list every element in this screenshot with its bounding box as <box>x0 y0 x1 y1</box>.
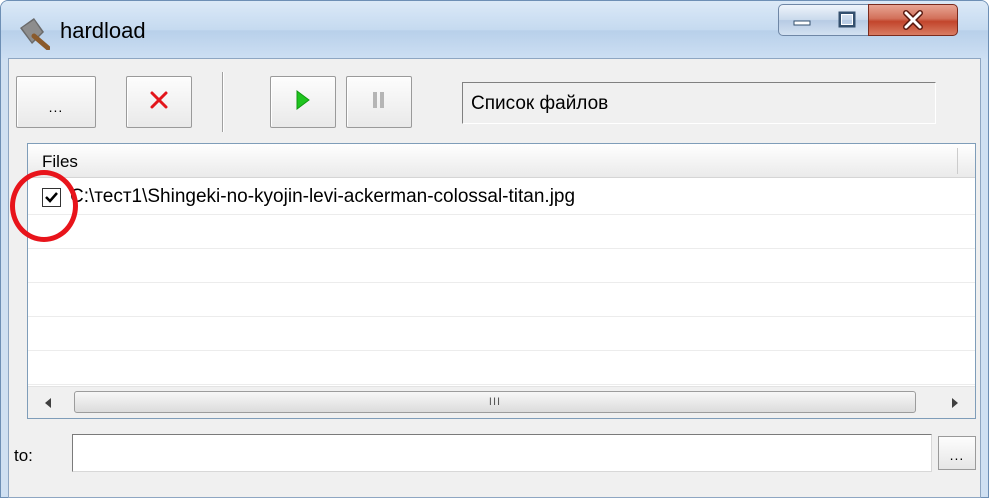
close-icon <box>869 5 957 35</box>
maximize-button[interactable] <box>825 4 869 36</box>
row-gridline <box>28 350 975 351</box>
scrollbar-grip: III <box>488 396 502 408</box>
destination-input[interactable] <box>72 434 932 472</box>
start-button[interactable] <box>270 76 336 128</box>
column-header-files[interactable]: Files <box>28 144 975 178</box>
scroll-right-button[interactable] <box>935 387 975 418</box>
row-gridline <box>28 282 975 283</box>
remove-button[interactable] <box>126 76 192 128</box>
browse-destination-button[interactable]: ... <box>938 436 976 470</box>
browse-files-button[interactable]: ... <box>16 76 96 128</box>
maximize-icon <box>825 5 868 35</box>
horizontal-scrollbar[interactable]: III <box>28 386 975 418</box>
files-list[interactable]: Files C:\тест1\Shingeki-no-kyojin-levi-a… <box>27 143 976 419</box>
browse-destination-label: ... <box>949 447 965 463</box>
row-gridline <box>28 248 975 249</box>
row-gridline <box>28 316 975 317</box>
row-gridline <box>28 214 975 215</box>
annotation-circle <box>10 170 78 242</box>
pause-icon <box>372 90 386 115</box>
close-button[interactable] <box>868 4 958 36</box>
play-icon <box>295 89 311 115</box>
arrow-left-icon <box>45 398 51 408</box>
destination-label: to: <box>14 446 33 465</box>
arrow-right-icon <box>952 398 958 408</box>
scroll-left-button[interactable] <box>28 387 68 418</box>
scrollbar-thumb[interactable]: III <box>74 391 916 413</box>
minimize-icon <box>779 5 825 35</box>
remove-icon <box>149 90 169 115</box>
list-item[interactable]: C:\тест1\Shingeki-no-kyojin-levi-ackerma… <box>28 180 975 214</box>
minimize-button[interactable] <box>778 4 826 36</box>
shovel-icon <box>14 14 51 51</box>
pause-button[interactable] <box>346 76 412 128</box>
browse-files-label: ... <box>48 99 64 115</box>
file-path: C:\тест1\Shingeki-no-kyojin-levi-ackerma… <box>70 186 576 207</box>
header-divider <box>957 148 958 174</box>
window-title: hardload <box>60 18 146 43</box>
status-box: Список файлов <box>462 82 936 124</box>
toolbar-separator <box>222 72 224 132</box>
row-gridline <box>28 384 975 385</box>
